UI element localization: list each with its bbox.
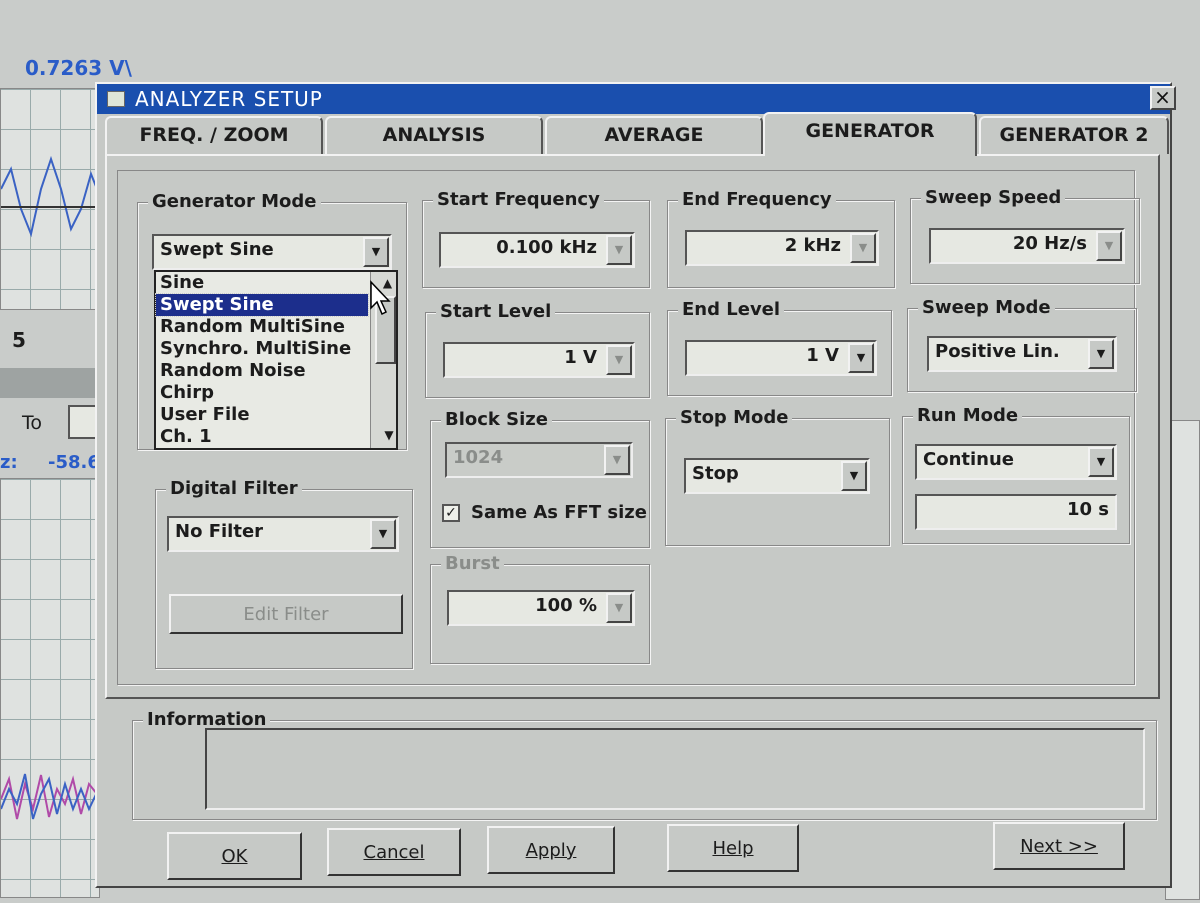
tab-generator-2[interactable]: GENERATOR 2: [979, 116, 1169, 154]
apply-button[interactable]: Apply: [487, 826, 615, 874]
chevron-down-icon[interactable]: ▼: [604, 445, 630, 475]
dialog-title: ANALYZER SETUP: [135, 87, 323, 111]
chevron-down-icon[interactable]: ▼: [841, 461, 867, 491]
list-item-selected[interactable]: Swept Sine: [155, 293, 369, 317]
sweep-mode-select[interactable]: Positive Lin. ▼: [927, 336, 1117, 372]
list-item[interactable]: Random MultiSine: [156, 316, 396, 338]
list-item[interactable]: Random Noise: [156, 360, 396, 382]
dialog-title-bar: ANALYZER SETUP ×: [97, 84, 1176, 114]
run-mode-select[interactable]: Continue ▼: [915, 444, 1117, 480]
chevron-down-icon[interactable]: ▼: [606, 235, 632, 265]
mouse-cursor-icon: [370, 280, 391, 316]
next-button[interactable]: Next >>: [993, 822, 1125, 870]
background-readout: 0.7263 V\: [25, 56, 132, 80]
background-plot-bottom: [0, 478, 102, 898]
background-plot-top: [0, 88, 102, 310]
list-item[interactable]: User File: [156, 404, 396, 426]
app-icon: [107, 91, 125, 107]
cancel-button[interactable]: Cancel: [327, 828, 461, 876]
information-box: [205, 728, 1145, 810]
generator-mode-list[interactable]: Sine Swept Sine Random MultiSine Synchro…: [154, 270, 398, 450]
generator-mode-select[interactable]: Swept Sine ▼: [152, 234, 392, 270]
burst-field[interactable]: 100 % ▼: [447, 590, 635, 626]
chevron-down-icon[interactable]: ▼: [1088, 447, 1114, 477]
analyzer-setup-dialog: ANALYZER SETUP × FREQ. / ZOOM ANALYSIS A…: [95, 82, 1176, 888]
chevron-down-icon[interactable]: ▼: [850, 233, 876, 263]
chevron-down-icon[interactable]: ▼: [606, 593, 632, 623]
list-item[interactable]: Chirp: [156, 382, 396, 404]
to-label: To: [22, 412, 43, 434]
help-button[interactable]: Help: [667, 824, 799, 872]
edit-filter-button[interactable]: Edit Filter: [169, 594, 403, 634]
start-level-field[interactable]: 1 V ▼: [443, 342, 635, 378]
chevron-down-icon[interactable]: ▼: [370, 519, 396, 549]
close-icon[interactable]: ×: [1150, 86, 1176, 110]
block-size-select[interactable]: 1024 ▼: [445, 442, 633, 478]
tab-average[interactable]: AVERAGE: [545, 116, 763, 154]
chevron-down-icon[interactable]: ▼: [606, 345, 632, 375]
start-frequency-field[interactable]: 0.100 kHz ▼: [439, 232, 635, 268]
tab-freq-zoom[interactable]: FREQ. / ZOOM: [105, 116, 323, 154]
stop-mode-select[interactable]: Stop ▼: [684, 458, 870, 494]
same-as-fft-label: Same As FFT size: [471, 502, 647, 523]
sine-trace: [0, 155, 102, 238]
ok-button[interactable]: OK: [167, 832, 302, 880]
chevron-down-icon[interactable]: ▼: [848, 343, 874, 373]
sweep-speed-field[interactable]: 20 Hz/s ▼: [929, 228, 1125, 264]
chevron-down-icon[interactable]: ▼: [363, 237, 389, 267]
noise-trace: [0, 773, 102, 820]
readout-z: z:: [0, 452, 18, 473]
same-as-fft-checkbox[interactable]: ✓: [442, 504, 460, 522]
list-item[interactable]: Ch. 1: [156, 426, 396, 448]
list-item[interactable]: Synchro. MultiSine: [156, 338, 396, 360]
chevron-down-icon[interactable]: ▼: [1096, 231, 1122, 261]
end-frequency-field[interactable]: 2 kHz ▼: [685, 230, 879, 266]
digital-filter-select[interactable]: No Filter ▼: [167, 516, 399, 552]
background-value: 5: [12, 328, 26, 352]
run-time-field[interactable]: 10 s: [915, 494, 1117, 530]
list-item[interactable]: Sine: [156, 272, 396, 294]
end-level-field[interactable]: 1 V ▼: [685, 340, 877, 376]
scroll-down-icon[interactable]: ▼: [375, 424, 399, 448]
tab-generator[interactable]: GENERATOR: [763, 112, 977, 156]
chevron-down-icon[interactable]: ▼: [1088, 339, 1114, 369]
tab-analysis[interactable]: ANALYSIS: [325, 116, 543, 154]
block-size-group: Block Size: [430, 409, 650, 548]
background-bar: [0, 368, 100, 398]
